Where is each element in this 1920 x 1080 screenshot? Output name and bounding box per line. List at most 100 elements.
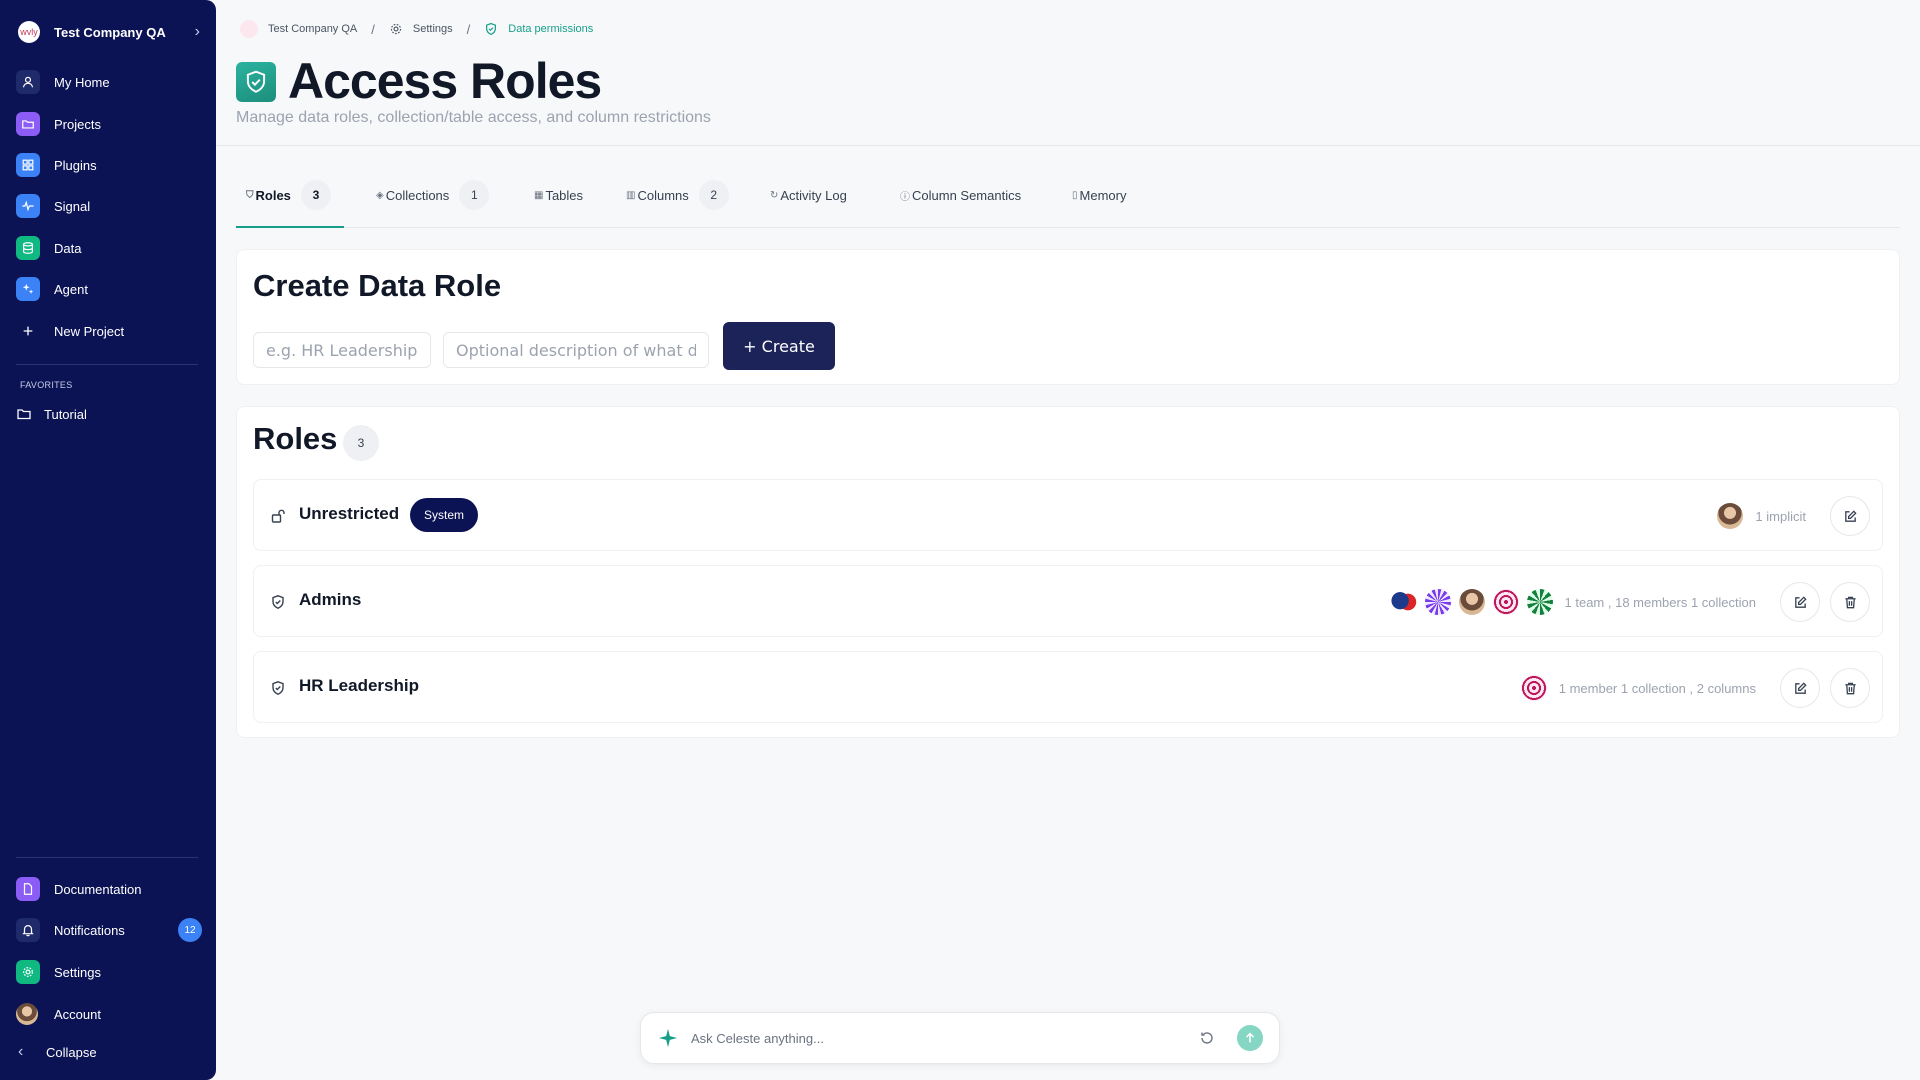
sparkle-icon xyxy=(658,1028,678,1048)
sidebar-item-signal[interactable]: Signal xyxy=(16,192,202,220)
ask-input[interactable] xyxy=(691,1030,1199,1046)
role-meta: 1 team , 18 members 1 collection xyxy=(1564,594,1756,610)
role-actions: 1 team , 18 members 1 collection xyxy=(1383,582,1870,622)
tab-activity-log[interactable]: ↻ Activity Log xyxy=(770,180,847,210)
pulse-icon xyxy=(16,194,40,218)
avatar xyxy=(1458,589,1485,615)
role-name: Admins xyxy=(299,590,362,609)
sparkles-icon xyxy=(16,277,40,301)
delete-role-button[interactable] xyxy=(1830,582,1870,622)
sidebar-item-new-project[interactable]: New Project xyxy=(16,317,202,345)
table-icon: ▦ xyxy=(534,189,544,201)
tab-columns[interactable]: ▥ Columns 2 xyxy=(626,180,729,210)
sidebar-item-label: Data xyxy=(54,240,82,256)
sidebar-item-label: New Project xyxy=(54,323,125,339)
sidebar-item-agent[interactable]: Agent xyxy=(16,275,202,303)
bookmark-icon: ▯ xyxy=(1072,189,1078,201)
favorite-item-tutorial[interactable]: Tutorial xyxy=(16,400,202,428)
tab-roles[interactable]: ⛉ Roles 3 xyxy=(246,180,331,210)
grid-icon xyxy=(16,153,40,177)
send-button[interactable] xyxy=(1237,1025,1263,1051)
arrow-up-icon xyxy=(1245,1032,1255,1043)
role-actions: 1 member 1 collection , 2 columns xyxy=(1513,668,1870,708)
trash-icon xyxy=(1844,596,1856,608)
tab-collections[interactable]: ◈ Collections 1 xyxy=(376,180,490,210)
collapse-button[interactable]: ‹ Collapse xyxy=(18,1038,204,1066)
columns-icon: ▥ xyxy=(626,189,636,201)
folder-icon xyxy=(16,112,40,136)
tab-label: Activity Log xyxy=(780,187,847,203)
tab-count: 2 xyxy=(698,180,729,210)
avatar xyxy=(1717,503,1744,529)
avatar xyxy=(1492,589,1519,615)
role-name-input[interactable] xyxy=(253,332,431,368)
sidebar-item-my-home[interactable]: My Home xyxy=(16,68,202,96)
bell-icon xyxy=(16,918,40,942)
roles-count: 3 xyxy=(343,425,379,461)
sidebar: wvly Test Company QA › My Home Projects … xyxy=(0,0,216,1080)
role-meta: 1 member 1 collection , 2 columns xyxy=(1558,680,1756,696)
roles-title: Roles xyxy=(253,421,338,456)
breadcrumb-org[interactable]: Test Company QA xyxy=(268,23,357,35)
database-icon xyxy=(16,236,40,260)
tab-label: Collections xyxy=(385,187,450,203)
tab-bar: ⛉ Roles 3 ◈ Collections 1 ▦ Tables ▥ Col… xyxy=(236,176,1900,228)
sidebar-item-label: My Home xyxy=(54,74,110,90)
sidebar-divider xyxy=(16,364,198,365)
chevron-left-icon: ‹ xyxy=(18,1043,24,1060)
layers-icon: ◈ xyxy=(376,189,384,201)
sidebar-item-label: Settings xyxy=(54,964,101,980)
tab-column-semantics[interactable]: ⓘ Column Semantics xyxy=(900,180,1021,210)
org-switcher[interactable]: wvly Test Company QA › xyxy=(18,20,200,44)
tab-label: Memory xyxy=(1079,187,1127,203)
collapse-label: Collapse xyxy=(46,1044,97,1060)
tab-memory[interactable]: ▯ Memory xyxy=(1072,180,1126,210)
unlock-icon xyxy=(271,509,285,523)
sidebar-item-notifications[interactable]: Notifications 12 xyxy=(16,916,202,944)
sidebar-item-plugins[interactable]: Plugins xyxy=(16,151,202,179)
sidebar-item-account[interactable]: Account xyxy=(16,1000,202,1028)
page-title: Access Roles xyxy=(288,53,602,109)
sidebar-item-settings[interactable]: Settings xyxy=(16,958,202,986)
breadcrumb-current: Data permissions xyxy=(508,23,594,35)
sidebar-item-documentation[interactable]: Documentation xyxy=(16,875,202,903)
role-description-input[interactable] xyxy=(443,332,709,368)
role-actions: 1 implicit xyxy=(1709,496,1870,536)
role-row-hr-leadership[interactable]: HR Leadership 1 member 1 collection , 2 … xyxy=(253,651,1883,723)
role-name: HR Leadership xyxy=(299,676,419,695)
sidebar-divider xyxy=(16,857,198,858)
create-role-card: Create Data Role + Create xyxy=(236,249,1900,385)
tab-label: Roles xyxy=(255,187,291,203)
gear-icon xyxy=(390,23,402,35)
sidebar-item-label: Account xyxy=(54,1006,101,1022)
avatar xyxy=(1526,589,1553,615)
sidebar-item-label: Notifications xyxy=(54,922,125,938)
info-icon: ⓘ xyxy=(900,191,910,203)
refresh-icon: ↻ xyxy=(770,189,779,201)
edit-role-button[interactable] xyxy=(1780,668,1820,708)
shield-icon xyxy=(272,681,284,695)
edit-icon xyxy=(1794,595,1807,608)
create-role-button[interactable]: + Create xyxy=(723,322,835,370)
roles-card: Roles 3 Unrestricted System 1 implicit A… xyxy=(236,406,1900,738)
user-icon xyxy=(16,70,40,94)
sidebar-item-data[interactable]: Data xyxy=(16,234,202,262)
delete-role-button[interactable] xyxy=(1830,668,1870,708)
favorites-title: FAVORITES xyxy=(20,380,73,390)
refresh-icon[interactable] xyxy=(1199,1030,1215,1046)
avatar xyxy=(1424,589,1451,615)
edit-role-button[interactable] xyxy=(1830,496,1870,536)
sidebar-item-projects[interactable]: Projects xyxy=(16,110,202,138)
tab-tables[interactable]: ▦ Tables xyxy=(534,180,583,210)
sidebar-item-label: Plugins xyxy=(54,157,97,173)
ask-bar xyxy=(640,1012,1280,1064)
active-tab-indicator xyxy=(236,226,344,228)
role-row-admins[interactable]: Admins 1 team , 18 members 1 collection xyxy=(253,565,1883,637)
tab-count: 1 xyxy=(459,180,490,210)
edit-role-button[interactable] xyxy=(1780,582,1820,622)
edit-icon xyxy=(1794,681,1807,694)
role-meta: 1 implicit xyxy=(1755,508,1806,524)
role-row-unrestricted[interactable]: Unrestricted System 1 implicit xyxy=(253,479,1883,551)
shield-icon xyxy=(272,595,284,609)
breadcrumb-settings[interactable]: Settings xyxy=(413,23,453,35)
